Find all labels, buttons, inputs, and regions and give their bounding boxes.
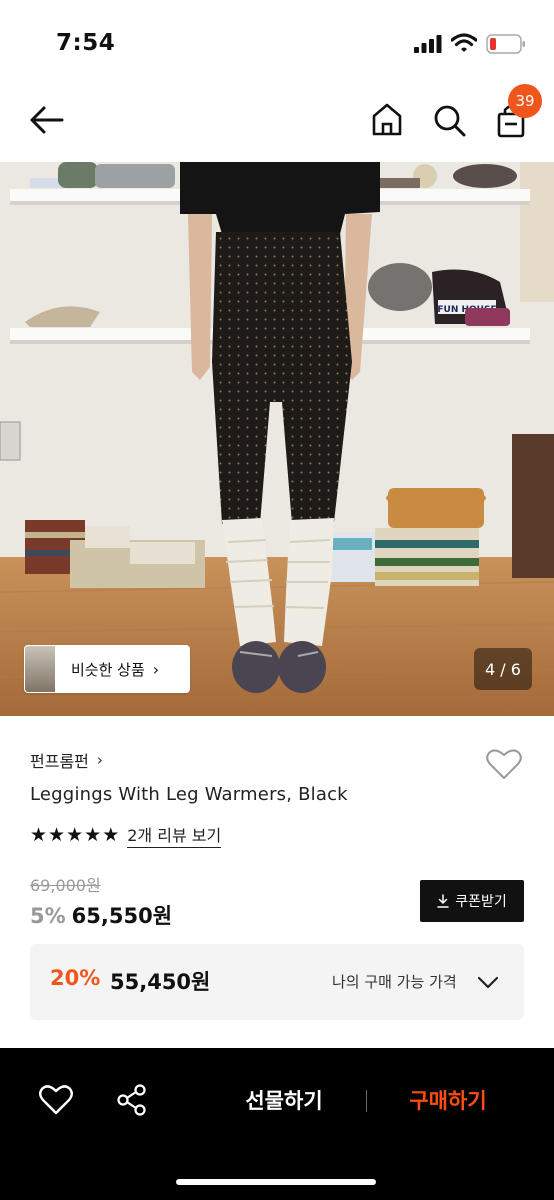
star-icon: ★ [66, 823, 84, 846]
chevron-down-icon [477, 976, 499, 989]
rating-row: ★ ★ ★ ★ ★ 2개 리뷰 보기 [30, 822, 222, 848]
similar-products-label: 비슷한 상품 [71, 660, 145, 679]
similar-products-button[interactable]: 비슷한 상품 › [24, 645, 190, 693]
back-arrow-icon[interactable] [26, 100, 68, 140]
original-price: 69,000원 [30, 876, 101, 895]
my-price-label: 나의 구매 가능 가격 [332, 973, 457, 991]
view-reviews-link[interactable]: 2개 리뷰 보기 [127, 822, 222, 848]
search-icon[interactable] [430, 100, 468, 140]
brand-name: 펀프롬펀 [30, 752, 89, 771]
heart-icon[interactable] [484, 744, 524, 784]
wifi-icon [451, 33, 477, 52]
star-icon: ★ [30, 823, 48, 846]
top-nav-bar [0, 80, 554, 162]
product-title: Leggings With Leg Warmers, Black [30, 784, 348, 805]
cart-count-badge: 39 [508, 84, 542, 118]
rating-stars: ★ ★ ★ ★ ★ [30, 823, 120, 846]
star-icon: ★ [102, 823, 120, 846]
share-icon[interactable] [114, 1082, 150, 1118]
chevron-right-icon: › [96, 751, 103, 769]
download-icon [437, 894, 449, 908]
brand-link[interactable]: 펀프롬펀 › [30, 748, 103, 772]
my-price-panel[interactable]: 20% 55,450원 나의 구매 가능 가격 [30, 944, 524, 1020]
star-icon: ★ [48, 823, 66, 846]
bottom-action-bar: 선물하기 구매하기 [0, 1048, 554, 1200]
battery-low-icon [486, 34, 525, 54]
divider [366, 1090, 367, 1112]
status-time: 7:54 [56, 30, 116, 56]
my-price-value: 55,450원 [110, 970, 211, 994]
heart-icon[interactable] [38, 1082, 74, 1118]
product-photo-illustration: FUN HOUSE [0, 162, 554, 716]
home-indicator [176, 1179, 376, 1185]
my-price-discount: 20% [50, 966, 101, 990]
image-page-counter: 4 / 6 [474, 648, 532, 690]
chevron-right-icon: › [152, 659, 160, 679]
cellular-signal-icon [414, 35, 442, 53]
star-icon: ★ [84, 823, 102, 846]
discount-percent: 5% [30, 904, 66, 928]
gift-button[interactable]: 선물하기 [224, 1082, 344, 1118]
sale-price-row: 5% 65,550원 [30, 900, 172, 930]
get-coupon-button[interactable]: 쿠폰받기 [420, 880, 524, 922]
status-bar: 7:54 [0, 0, 554, 80]
buy-button[interactable]: 구매하기 [388, 1082, 508, 1118]
sale-price: 65,550원 [71, 904, 173, 928]
coupon-label: 쿠폰받기 [455, 894, 507, 910]
home-icon[interactable] [368, 100, 406, 140]
product-photo[interactable]: FUN HOUSE [0, 162, 554, 716]
similar-product-thumbnail [25, 646, 55, 692]
